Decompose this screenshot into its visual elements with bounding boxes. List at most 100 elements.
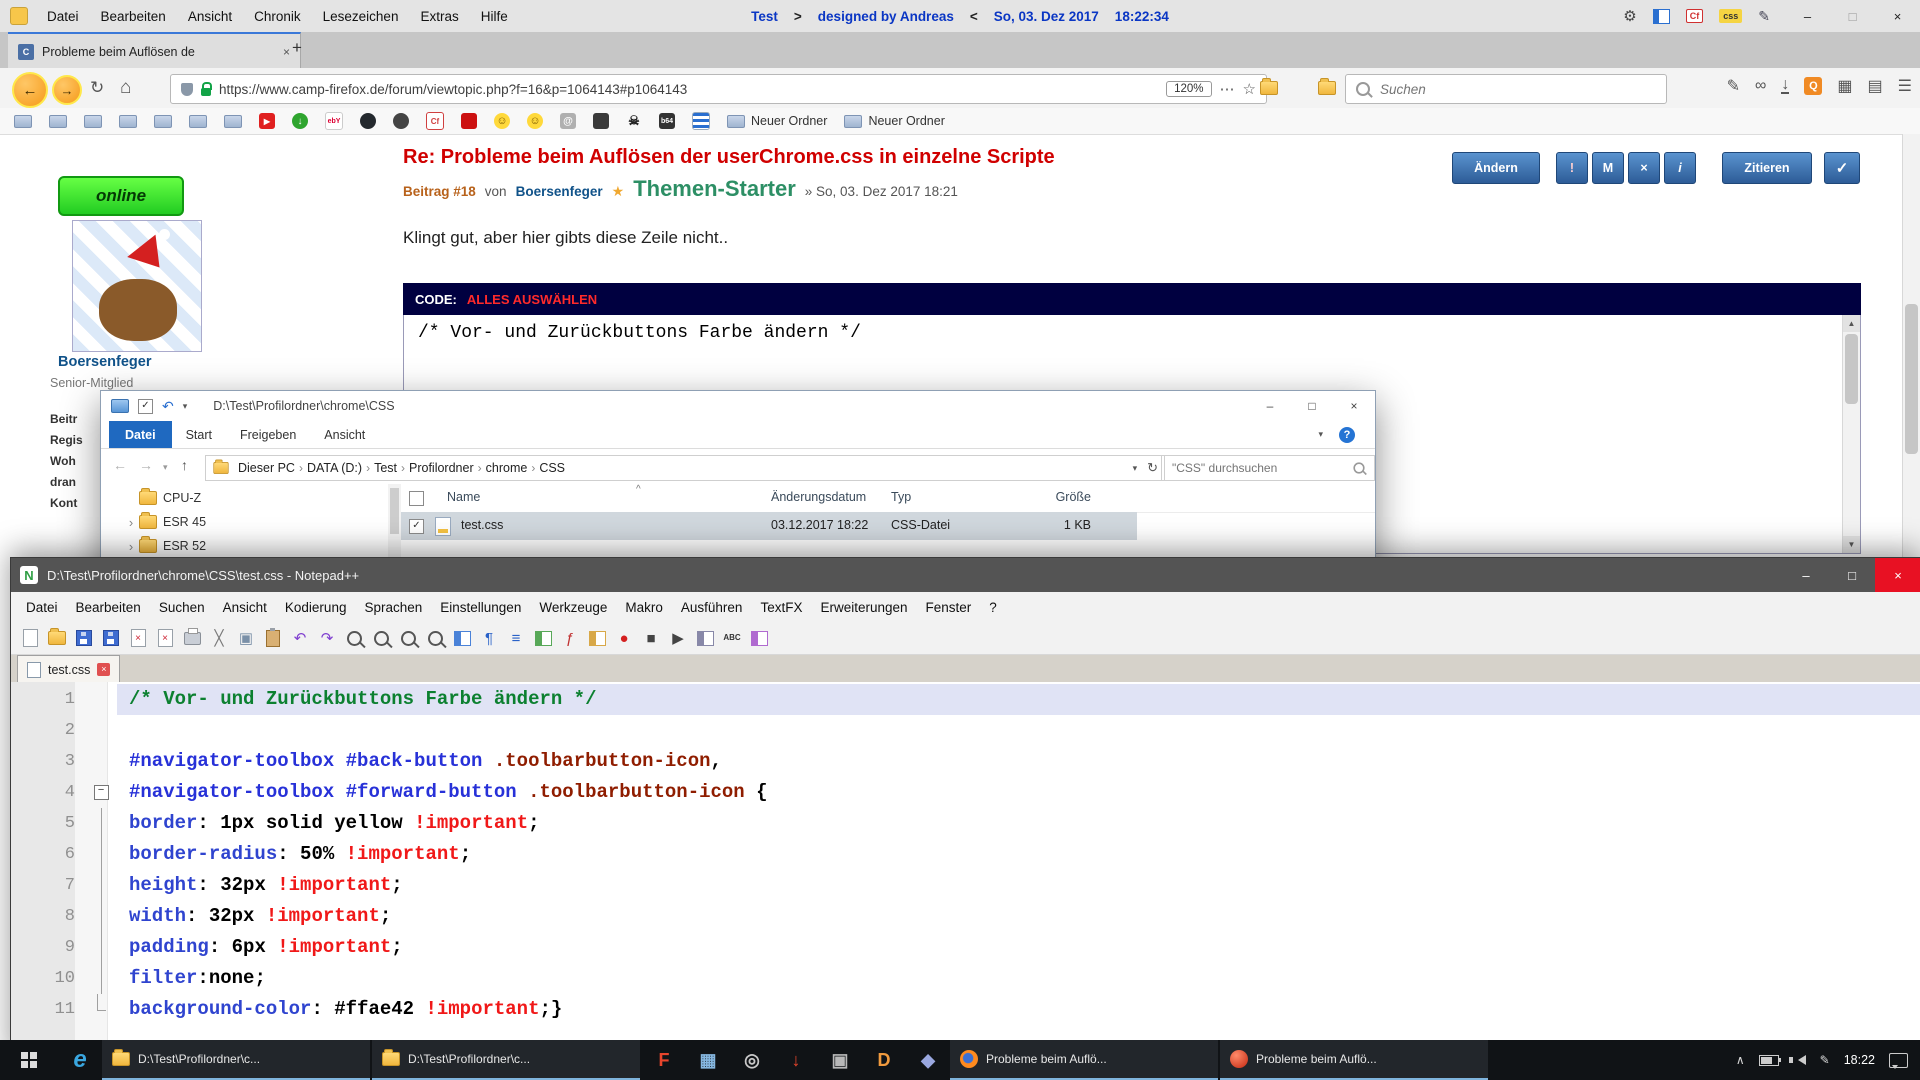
- doc-map-icon[interactable]: [451, 627, 473, 649]
- qat-dropdown-icon[interactable]: ▾: [183, 401, 188, 412]
- private-message-button[interactable]: M: [1592, 152, 1624, 184]
- tab-close-icon[interactable]: ×: [283, 45, 290, 59]
- explorer-maximize-button[interactable]: □: [1291, 391, 1333, 421]
- url-text[interactable]: https://www.camp-firefox.de/forum/viewto…: [219, 82, 1158, 97]
- address-box[interactable]: Dieser PC›DATA (D:)›Test›Profilordner›ch…: [205, 455, 1165, 481]
- https-lock-icon[interactable]: [201, 88, 211, 96]
- bookmark-item[interactable]: ☺: [527, 113, 543, 129]
- notepad-menu-fenster[interactable]: Fenster: [917, 600, 981, 615]
- post-title[interactable]: Re: Probleme beim Auflösen der userChrom…: [403, 146, 1055, 169]
- code-editor[interactable]: 1/* Vor- und Zurückbuttons Farbe ändern …: [11, 682, 1920, 1063]
- new-tab-button[interactable]: +: [292, 38, 302, 58]
- notepad-menu-kodierung[interactable]: Kodierung: [276, 600, 356, 615]
- play-macro-icon[interactable]: ▶: [667, 627, 689, 649]
- bookmark-item[interactable]: [360, 113, 376, 129]
- pinned-app-8[interactable]: ▣: [818, 1040, 862, 1080]
- qat-properties-icon[interactable]: ✓: [138, 399, 153, 414]
- menu-item-datei[interactable]: Datei: [36, 9, 90, 24]
- breadcrumb-item[interactable]: Profilordner: [405, 461, 478, 475]
- zoom-level-badge[interactable]: 120%: [1166, 81, 1211, 97]
- firefox-app-icon[interactable]: [10, 7, 28, 25]
- report-post-button[interactable]: !: [1556, 152, 1588, 184]
- fold-collapse-icon[interactable]: −: [94, 785, 109, 800]
- breadcrumb-item[interactable]: Dieser PC: [234, 461, 299, 475]
- explorer-history-icon[interactable]: ▾: [163, 462, 168, 473]
- record-macro-icon[interactable]: ●: [613, 627, 635, 649]
- folder-button-1[interactable]: [1260, 81, 1278, 95]
- tab-forum[interactable]: C Probleme beim Auflösen de ×: [8, 32, 301, 70]
- bookmark-item[interactable]: [189, 115, 207, 128]
- undo-icon[interactable]: ↶: [289, 627, 311, 649]
- pinned-app-7[interactable]: ↓: [774, 1040, 818, 1080]
- column-type[interactable]: Typ: [891, 490, 911, 504]
- explorer-minimize-button[interactable]: –: [1249, 391, 1291, 421]
- redo-icon[interactable]: ↷: [316, 627, 338, 649]
- menu-item-hilfe[interactable]: Hilfe: [470, 9, 519, 24]
- bookmark-item[interactable]: @: [560, 113, 576, 129]
- css-addon-icon[interactable]: css: [1719, 9, 1742, 23]
- author-username-link[interactable]: Boersenfeger: [58, 354, 151, 370]
- bookmark-item[interactable]: [461, 113, 477, 129]
- notepad-minimize-button[interactable]: –: [1783, 558, 1829, 592]
- quote-button[interactable]: Zitieren: [1722, 152, 1812, 184]
- notepad-menu-help[interactable]: ?: [980, 600, 1006, 615]
- bookmark-item[interactable]: Neuer Ordner: [844, 114, 944, 128]
- address-refresh-icon[interactable]: ↻: [1147, 460, 1158, 476]
- bookmark-item[interactable]: [593, 113, 609, 129]
- bookmark-item[interactable]: ebY: [325, 112, 343, 130]
- qat-undo-icon[interactable]: ↶: [162, 398, 174, 415]
- bookmark-item[interactable]: ☺: [494, 113, 510, 129]
- tray-chevron-icon[interactable]: ∧: [1736, 1053, 1745, 1067]
- column-size[interactable]: Größe: [1021, 490, 1091, 504]
- bookmark-item[interactable]: b64: [659, 113, 675, 129]
- pinned-app-5[interactable]: ▦: [686, 1040, 730, 1080]
- edge-button[interactable]: e: [58, 1040, 102, 1080]
- save-all-icon[interactable]: [100, 627, 122, 649]
- menu-item-bearbeiten[interactable]: Bearbeiten: [90, 9, 177, 24]
- explorer-search-box[interactable]: [1161, 455, 1375, 481]
- compose-icon[interactable]: ✎: [1758, 8, 1770, 25]
- notepad-menu-werkzeuge[interactable]: Werkzeuge: [530, 600, 616, 615]
- folder-button-2[interactable]: [1318, 81, 1336, 95]
- firefox-close-button[interactable]: ×: [1875, 0, 1920, 32]
- word-wrap-icon[interactable]: ¶: [478, 627, 500, 649]
- edit-post-button[interactable]: Ändern: [1452, 152, 1540, 184]
- scroll-down-icon[interactable]: ▼: [1843, 536, 1860, 553]
- pinned-app-6[interactable]: ◎: [730, 1040, 774, 1080]
- bookmark-item[interactable]: [154, 115, 172, 128]
- ribbon-tab-ansicht[interactable]: Ansicht: [310, 421, 379, 448]
- battery-icon[interactable]: [1759, 1055, 1779, 1066]
- copy-icon[interactable]: ▣: [235, 627, 257, 649]
- new-file-icon[interactable]: [19, 627, 41, 649]
- menu-icon[interactable]: ☰: [1898, 76, 1912, 96]
- pen-icon[interactable]: ✎: [1820, 1053, 1830, 1067]
- grid-icon[interactable]: ▦: [1837, 76, 1852, 96]
- notepad-menu-textfx[interactable]: TextFX: [751, 600, 811, 615]
- print-icon[interactable]: [181, 627, 203, 649]
- menu-item-chronik[interactable]: Chronik: [243, 9, 312, 24]
- notepad-menu-ausführen[interactable]: Ausführen: [672, 600, 752, 615]
- file-checkbox[interactable]: ✓: [409, 519, 424, 534]
- taskbar-clock[interactable]: 18:22: [1844, 1053, 1875, 1067]
- notepad-menu-makro[interactable]: Makro: [616, 600, 672, 615]
- explorer-search-input[interactable]: [1170, 460, 1352, 476]
- select-all-link[interactable]: ALLES AUSWÄHLEN: [467, 292, 597, 307]
- library-icon[interactable]: ▤: [1868, 76, 1883, 96]
- notepad-menu-sprachen[interactable]: Sprachen: [355, 600, 431, 615]
- bookmark-item[interactable]: ▶: [259, 113, 275, 129]
- tab-close-icon[interactable]: ×: [97, 663, 110, 676]
- volume-icon[interactable]: [1793, 1055, 1806, 1065]
- bookmark-item[interactable]: [692, 112, 710, 130]
- zoom-in-icon[interactable]: [397, 627, 419, 649]
- notepad-menu-erweiterungen[interactable]: Erweiterungen: [811, 600, 916, 615]
- menu-item-extras[interactable]: Extras: [409, 9, 469, 24]
- delete-post-button[interactable]: ×: [1628, 152, 1660, 184]
- monitor-icon[interactable]: [586, 627, 608, 649]
- help-icon[interactable]: ?: [1339, 427, 1355, 443]
- bookmark-item[interactable]: [84, 115, 102, 128]
- firefox-minimize-button[interactable]: –: [1785, 0, 1830, 32]
- bookmark-item[interactable]: Neuer Ordner: [727, 114, 827, 128]
- explorer-back-icon[interactable]: ←: [113, 457, 127, 473]
- page-scrollbar-thumb[interactable]: [1905, 304, 1918, 454]
- forward-button[interactable]: →: [52, 75, 82, 105]
